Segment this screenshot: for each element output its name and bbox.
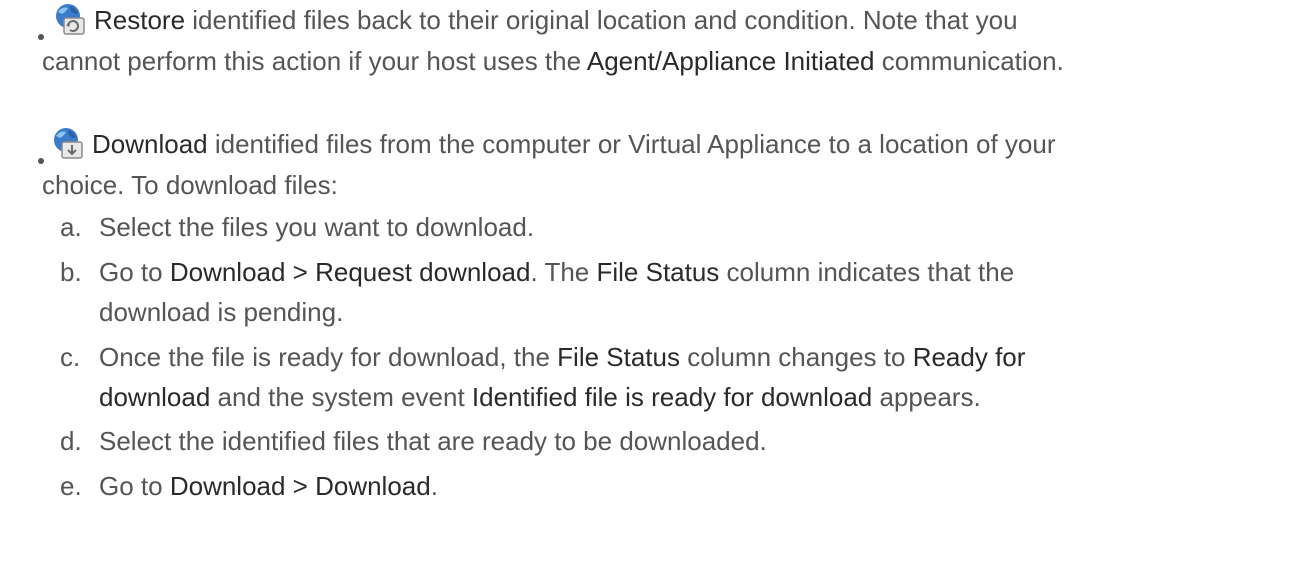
restore-line-2: cannot perform this action if your host … (42, 46, 1064, 76)
download-label: Download (92, 129, 208, 159)
download-icon (54, 128, 83, 159)
document: Restore identified files back to their o… (0, 0, 1305, 565)
restore-label: Restore (94, 5, 186, 35)
download-line-2: choice. To download files: (42, 170, 338, 200)
restore-line-1: Restore identified files back to their o… (94, 5, 1018, 35)
download-line-1: Download identified files from the compu… (92, 129, 1056, 159)
bullet-dot (38, 158, 44, 164)
restore-icon (56, 4, 85, 35)
bullet-dot (38, 34, 44, 40)
